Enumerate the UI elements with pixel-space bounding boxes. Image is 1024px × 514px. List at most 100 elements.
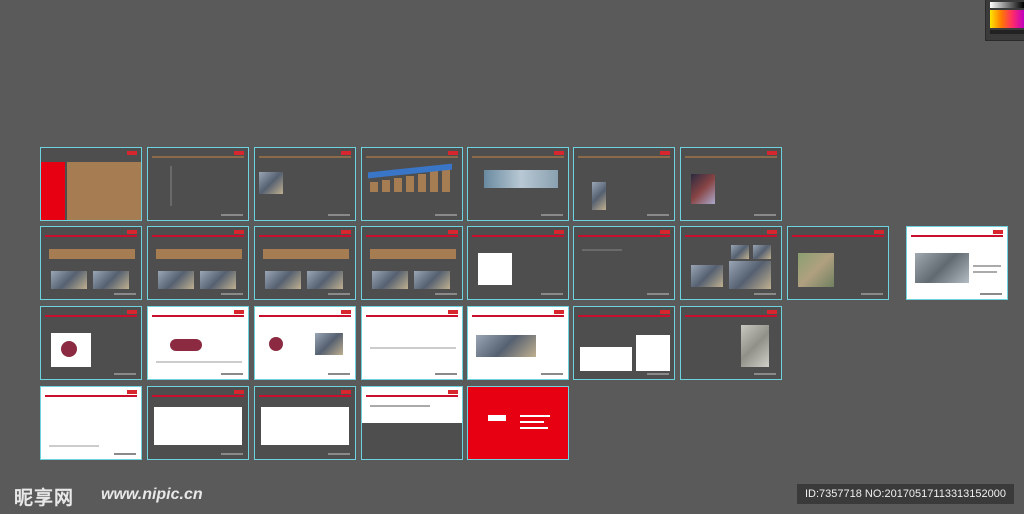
slide-thumbnail[interactable] [467, 147, 569, 221]
header-bar [578, 315, 670, 317]
header-bar [472, 315, 564, 317]
footer-mark [754, 293, 776, 295]
gray-band [362, 423, 462, 459]
brand-logo [448, 151, 458, 155]
photo [691, 174, 715, 204]
chart-bar [430, 170, 438, 192]
header-bar [366, 395, 458, 397]
section-header [156, 249, 242, 259]
dark-swatch[interactable] [990, 30, 1024, 34]
photo [315, 333, 343, 355]
brand-logo [127, 390, 137, 394]
brand-logo [127, 310, 137, 314]
text-line [973, 265, 1001, 267]
slide-thumbnail[interactable] [361, 386, 463, 460]
text-line [170, 166, 172, 206]
slide-thumbnail[interactable] [147, 226, 249, 300]
white-panel [636, 335, 670, 371]
brand-logo [341, 230, 351, 234]
photo [414, 271, 450, 289]
brand-logo [488, 415, 506, 421]
slide-thumbnail[interactable] [361, 147, 463, 221]
brand-logo [341, 390, 351, 394]
slide-thumbnail[interactable] [467, 386, 569, 460]
slide-thumbnail[interactable] [680, 306, 782, 380]
section-header [49, 249, 135, 259]
slide-thumbnail[interactable] [254, 306, 356, 380]
slide-thumbnail[interactable] [254, 147, 356, 221]
circle-node [269, 337, 283, 351]
brand-logo [127, 230, 137, 234]
photo [729, 261, 771, 289]
text-line [520, 421, 544, 423]
slide-thumbnail[interactable] [40, 386, 142, 460]
text-line [370, 405, 430, 407]
header-bar [366, 156, 458, 158]
slide-thumbnail[interactable] [254, 226, 356, 300]
header-bar [45, 395, 137, 397]
header-bar [259, 156, 351, 158]
brand-logo [660, 310, 670, 314]
footer-mark [114, 373, 136, 375]
slide-thumbnail[interactable] [787, 226, 889, 300]
brand-logo [660, 151, 670, 155]
slide-thumbnail[interactable] [573, 147, 675, 221]
footer-mark [114, 293, 136, 295]
header-bar [792, 235, 884, 237]
slide-thumbnail[interactable] [254, 386, 356, 460]
grayscale-swatch[interactable] [990, 2, 1024, 8]
brand-logo [993, 230, 1003, 234]
header-bar [366, 235, 458, 237]
photo [265, 271, 301, 289]
brand-logo [767, 151, 777, 155]
white-panel [154, 407, 242, 445]
brand-logo [767, 310, 777, 314]
slide-thumbnail[interactable] [147, 147, 249, 221]
slide-thumbnail[interactable] [40, 306, 142, 380]
gradient-swatch[interactable] [990, 10, 1024, 28]
footer-mark [328, 373, 350, 375]
footer-mark [328, 453, 350, 455]
header-bar [45, 235, 137, 237]
color-palette-icon[interactable] [985, 0, 1024, 41]
cover-tan-panel [67, 162, 141, 220]
slide-thumbnail[interactable] [906, 226, 1008, 300]
slide-thumbnail[interactable] [361, 226, 463, 300]
text-line [49, 445, 99, 447]
footer-mark [328, 293, 350, 295]
slide-thumbnail[interactable] [680, 226, 782, 300]
brand-logo [448, 390, 458, 394]
circle-node [61, 341, 77, 357]
aerial-photo [798, 253, 834, 287]
section-header [263, 249, 349, 259]
text-line [156, 361, 242, 363]
slide-thumbnail[interactable] [40, 147, 142, 221]
photo [259, 172, 283, 194]
panorama-photo [484, 170, 558, 188]
photo [731, 245, 749, 259]
brand-logo [448, 230, 458, 234]
header-bar [578, 235, 670, 237]
header-bar [259, 235, 351, 237]
slide-thumbnail[interactable] [573, 226, 675, 300]
header-bar [472, 235, 564, 237]
photo [200, 271, 236, 289]
slide-thumbnail[interactable] [147, 306, 249, 380]
slide-thumbnail[interactable] [361, 306, 463, 380]
slide-thumbnail[interactable] [40, 226, 142, 300]
header-bar [259, 395, 351, 397]
text-line [520, 427, 548, 429]
site-url-watermark: www.nipic.cn [101, 486, 203, 503]
header-bar [152, 395, 244, 397]
slide-thumbnail[interactable] [573, 306, 675, 380]
slide-thumbnail[interactable] [467, 226, 569, 300]
slide-thumbnail[interactable] [147, 386, 249, 460]
text-line [973, 271, 997, 273]
cover-red-panel [41, 162, 65, 220]
slide-thumbnail[interactable] [680, 147, 782, 221]
brand-logo [874, 230, 884, 234]
slide-thumbnail[interactable] [467, 306, 569, 380]
footer-mark [980, 293, 1002, 295]
footer-mark [221, 453, 243, 455]
footer-mark [541, 373, 563, 375]
